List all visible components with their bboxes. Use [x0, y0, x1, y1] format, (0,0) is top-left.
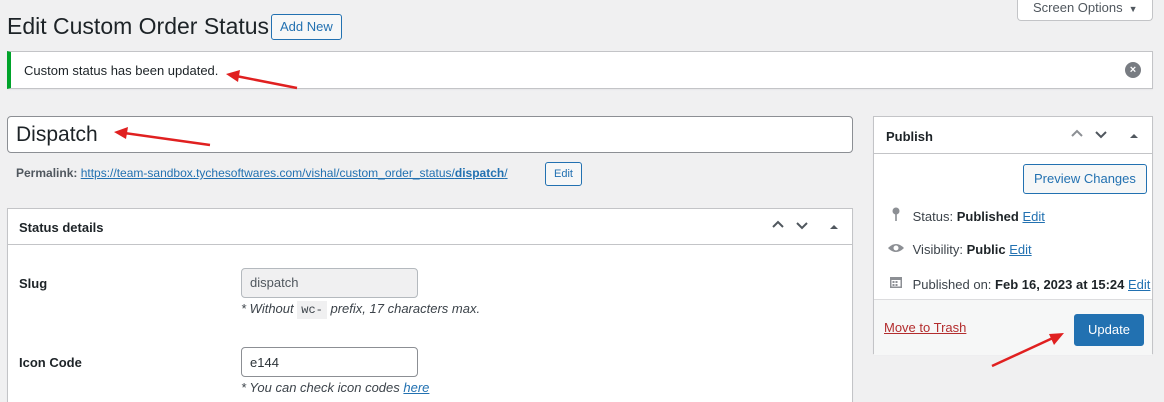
page-title: Edit Custom Order Status: [7, 13, 270, 39]
visibility-row: Visibility: Public Edit: [887, 241, 1032, 257]
edit-status-link[interactable]: Edit: [1022, 209, 1044, 224]
visibility-label: Visibility:: [912, 242, 963, 257]
slug-input[interactable]: dispatch: [241, 268, 418, 298]
preview-changes-button[interactable]: Preview Changes: [1023, 164, 1147, 194]
publish-box: Publish Preview Changes Status: Publishe…: [873, 116, 1153, 355]
collapse-toggle-icon[interactable]: [1125, 127, 1143, 145]
calendar-icon: [887, 275, 905, 292]
permalink-label: Permalink:: [16, 166, 78, 180]
add-new-button[interactable]: Add New: [271, 14, 342, 40]
collapse-toggle-icon[interactable]: [825, 218, 843, 236]
status-value: Published: [956, 209, 1019, 224]
publish-header: Publish: [874, 117, 1152, 154]
status-details-header: Status details: [8, 209, 852, 245]
slug-hint-suffix: prefix, 17 characters max.: [330, 301, 481, 316]
status-label: Status:: [912, 209, 954, 224]
slug-hint-prefix: * Without: [241, 301, 294, 316]
icon-code-input[interactable]: [241, 347, 418, 377]
status-row: Status: Published Edit: [887, 207, 1045, 224]
move-up-icon[interactable]: [769, 218, 787, 236]
status-details-title: Status details: [19, 220, 104, 235]
dismiss-notice-icon[interactable]: ×: [1125, 62, 1141, 78]
publish-footer: Move to Trash Update: [874, 299, 1152, 355]
icon-hint-prefix: * You can check icon codes: [241, 380, 400, 395]
icon-code-label: Icon Code: [19, 355, 82, 370]
published-on-value: Feb 16, 2023 at 15:24: [995, 277, 1125, 292]
screen-options-button[interactable]: Screen Options ▼: [1017, 0, 1153, 21]
visibility-value: Public: [966, 242, 1006, 257]
published-on-label: Published on:: [912, 277, 992, 292]
permalink-slug: dispatch: [454, 166, 505, 180]
post-title-input[interactable]: [7, 116, 853, 153]
move-to-trash-link[interactable]: Move to Trash: [884, 320, 966, 335]
slug-label: Slug: [19, 276, 48, 291]
permalink-link[interactable]: https://team-sandbox.tychesoftwares.com/…: [81, 166, 508, 180]
success-notice: Custom status has been updated. ×: [7, 51, 1153, 89]
permalink-base: https://team-sandbox.tychesoftwares.com/…: [80, 166, 455, 180]
move-down-icon[interactable]: [793, 218, 811, 236]
edit-date-link[interactable]: Edit: [1128, 277, 1150, 292]
move-down-icon[interactable]: [1092, 127, 1110, 145]
screen-options-label: Screen Options: [1033, 0, 1123, 15]
status-details-box: Status details Slug dispatch * Without w…: [7, 208, 853, 402]
icon-codes-link[interactable]: here: [403, 380, 429, 395]
permalink-trailing: /: [504, 166, 508, 180]
pin-icon: [887, 207, 905, 224]
publish-title: Publish: [886, 129, 933, 144]
icon-code-hint: * You can check icon codes here: [241, 380, 429, 395]
slug-hint-code: wc-: [297, 301, 327, 319]
caret-down-icon: ▼: [1128, 3, 1138, 14]
eye-icon: [887, 241, 905, 257]
slug-hint: * Without wc- prefix, 17 characters max.: [241, 301, 481, 319]
update-button[interactable]: Update: [1074, 314, 1144, 346]
notice-message: Custom status has been updated.: [24, 63, 219, 78]
edit-permalink-button[interactable]: Edit: [545, 162, 582, 186]
published-on-row: Published on: Feb 16, 2023 at 15:24 Edit: [887, 275, 1150, 292]
move-up-icon[interactable]: [1068, 127, 1086, 145]
edit-visibility-link[interactable]: Edit: [1009, 242, 1031, 257]
permalink-row: Permalink: https://team-sandbox.tychesof…: [16, 166, 508, 180]
